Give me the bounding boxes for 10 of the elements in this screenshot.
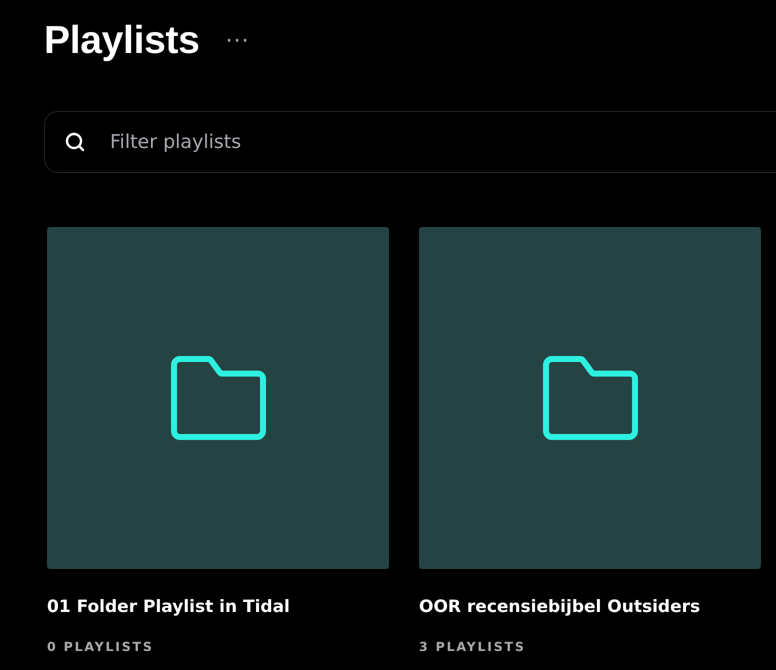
folder-card[interactable]: [419, 227, 761, 569]
folder-card[interactable]: [47, 227, 389, 569]
folder-name[interactable]: 01 Folder Playlist in Tidal: [47, 597, 389, 617]
search-field[interactable]: Filter playlists: [44, 111, 776, 173]
folder-name[interactable]: OOR recensiebijbel Outsiders: [419, 597, 761, 617]
more-button[interactable]: ···: [226, 28, 250, 54]
search-icon: [65, 132, 85, 152]
page-title: Playlists: [44, 19, 200, 63]
playlist-count: 0 PLAYLISTS: [47, 639, 155, 654]
playlist-count: 3 PLAYLISTS: [419, 639, 527, 654]
